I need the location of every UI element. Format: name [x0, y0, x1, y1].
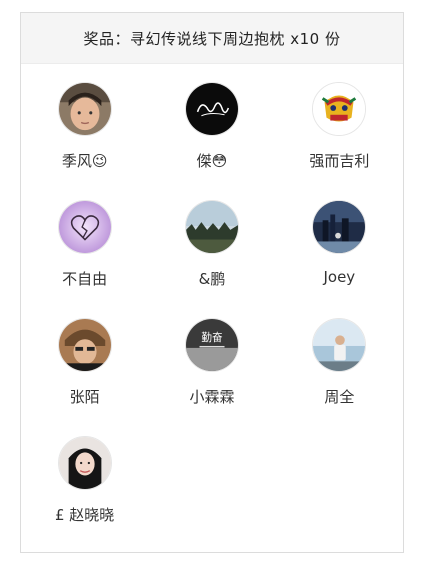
- winner-item[interactable]: 傑😳: [148, 82, 275, 182]
- winner-item[interactable]: 周全: [276, 318, 403, 418]
- winners-grid: 季风😉 傑😳 强而吉利 不自由 &鹏 Joey 张陌 勤奋 小霖霖 周全 £ 赵…: [21, 64, 403, 536]
- winner-name: &鹏: [198, 270, 226, 288]
- winner-item[interactable]: Joey: [276, 200, 403, 300]
- winner-name: 张陌: [69, 388, 100, 406]
- winner-item[interactable]: 张陌: [21, 318, 148, 418]
- winner-item[interactable]: 不自由: [21, 200, 148, 300]
- winner-name: 小霖霖: [189, 388, 235, 406]
- winner-name: 不自由: [62, 270, 108, 288]
- winner-name: Joey: [323, 268, 356, 286]
- winner-name: 强而吉利: [309, 152, 370, 170]
- night-city-avatar[interactable]: [312, 200, 367, 254]
- forest-landscape-avatar[interactable]: [184, 200, 239, 254]
- prize-header: 奖品：寻幻传说线下周边抱枕 x10 份: [21, 13, 403, 64]
- woman-portrait-avatar[interactable]: [57, 436, 112, 490]
- lion-dance-avatar[interactable]: [312, 82, 367, 136]
- poster-text: 勤奋: [201, 331, 223, 344]
- man-fur-hat-avatar[interactable]: [57, 318, 112, 372]
- broken-heart-purple-avatar[interactable]: [57, 200, 112, 254]
- prize-title: 奖品：寻幻传说线下周边抱枕 x10 份: [83, 29, 341, 48]
- winner-item[interactable]: 强而吉利: [276, 82, 403, 182]
- signature-black-avatar[interactable]: [184, 82, 239, 136]
- bw-text-poster-avatar[interactable]: 勤奋: [184, 318, 239, 372]
- winner-name: 季风😉: [61, 152, 108, 170]
- man-seaside-avatar[interactable]: [312, 318, 367, 372]
- child-photo-avatar[interactable]: [57, 82, 112, 136]
- winner-name: 傑😳: [196, 152, 228, 170]
- winner-item[interactable]: £ 赵晓晓: [21, 436, 148, 536]
- winner-item[interactable]: 勤奋 小霖霖: [148, 318, 275, 418]
- winner-item[interactable]: 季风😉: [21, 82, 148, 182]
- prize-winners-card: 奖品：寻幻传说线下周边抱枕 x10 份 季风😉 傑😳 强而吉利 不自由 &鹏 J…: [20, 12, 404, 553]
- winner-item[interactable]: &鹏: [148, 200, 275, 300]
- winner-name: £ 赵晓晓: [55, 506, 115, 524]
- winner-name: 周全: [324, 388, 355, 406]
